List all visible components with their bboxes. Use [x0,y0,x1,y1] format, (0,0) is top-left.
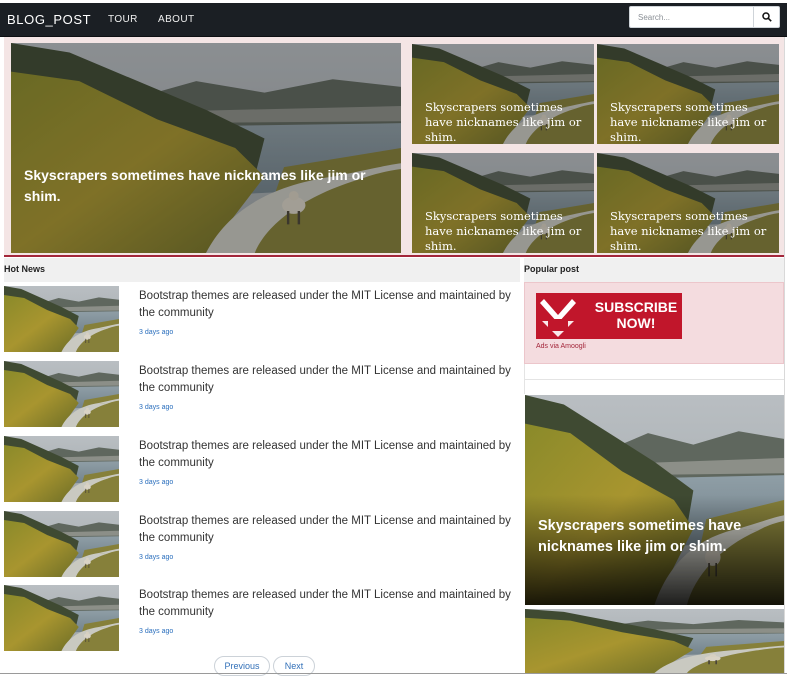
popular-post-card[interactable]: Skyscrapers sometimes have nicknames lik… [525,395,784,605]
search-input[interactable] [629,6,754,28]
popular-post-caption: Skyscrapers sometimes have nicknames lik… [538,518,742,555]
news-thumbnail[interactable] [4,361,119,427]
hero-small-card-2[interactable]: Skyscrapers sometimes have nicknames lik… [597,44,779,144]
brand-logo[interactable]: BLOG_POST [7,12,91,27]
search-button[interactable] [754,6,780,28]
hot-news-heading-text: Hot News [4,264,46,274]
subscribe-ad-text: SUBSCRIBE NOW! [594,299,678,331]
page-bottom-border [0,673,787,674]
popular-post-heading-text: Popular post [524,264,580,274]
list-item[interactable]: Bootstrap themes are released under the … [4,585,520,651]
news-title[interactable]: Bootstrap themes are released under the … [139,587,520,621]
hero-main-overlay [11,43,401,253]
news-thumbnail[interactable] [4,436,119,502]
hero-small-caption: Skyscrapers sometimes have nicknames lik… [610,100,767,144]
sidebar-divider [524,379,784,380]
news-timestamp: 3 days ago [139,628,174,635]
news-title[interactable]: Bootstrap themes are released under the … [139,288,520,322]
list-item[interactable]: Bootstrap themes are released under the … [4,511,520,577]
news-thumbnail[interactable] [4,511,119,577]
hero-small-card-3[interactable]: Skyscrapers sometimes have nicknames lik… [412,153,594,253]
ad-box: SUBSCRIBE NOW! Ads via Amoogli [524,282,784,364]
list-item[interactable]: Bootstrap themes are released under the … [4,436,520,502]
subscribe-ad-banner[interactable]: SUBSCRIBE NOW! [536,293,682,339]
hot-news-heading: Hot News [4,258,520,282]
popular-post-image [525,609,784,673]
news-title[interactable]: Bootstrap themes are released under the … [139,363,520,397]
nav-link-about[interactable]: ABOUT [158,14,194,25]
ad-caption[interactable]: Ads via Amoogli [536,343,586,350]
news-timestamp: 3 days ago [139,479,174,486]
list-item[interactable]: Bootstrap themes are released under the … [4,361,520,427]
hero-divider [4,255,784,257]
news-thumbnail[interactable] [4,585,119,651]
search-icon [761,12,772,22]
list-item[interactable]: Bootstrap themes are released under the … [4,286,520,352]
news-timestamp: 3 days ago [139,329,174,336]
news-timestamp: 3 days ago [139,404,174,411]
hero-small-card-1[interactable]: Skyscrapers sometimes have nicknames lik… [412,44,594,144]
hero-small-card-4[interactable]: Skyscrapers sometimes have nicknames lik… [597,153,779,253]
hero-main-card[interactable]: Skyscrapers sometimes have nicknames lik… [11,43,401,253]
nav-link-tour[interactable]: TOUR [108,14,138,25]
news-timestamp: 3 days ago [139,554,174,561]
news-thumbnail[interactable] [4,286,119,352]
hero-small-caption: Skyscrapers sometimes have nicknames lik… [425,100,582,144]
news-title[interactable]: Bootstrap themes are released under the … [139,513,520,547]
news-title[interactable]: Bootstrap themes are released under the … [139,438,520,472]
hero-main-caption: Skyscrapers sometimes have nicknames lik… [24,167,366,204]
popular-post-heading: Popular post [524,258,784,282]
page-right-border [784,37,785,673]
popular-post-card-2[interactable] [525,609,784,673]
hero-small-caption: Skyscrapers sometimes have nicknames lik… [610,209,767,253]
hero-small-caption: Skyscrapers sometimes have nicknames lik… [425,209,582,253]
